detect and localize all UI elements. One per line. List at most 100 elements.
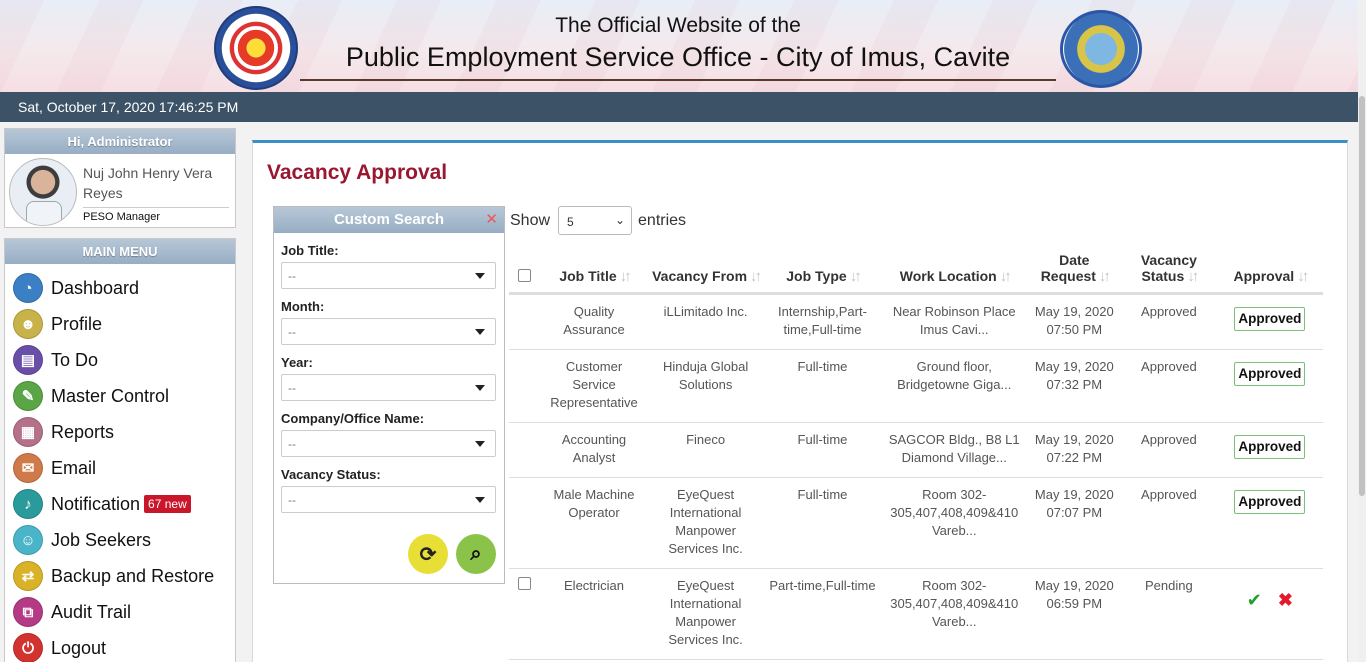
column-header-label: Approval bbox=[1233, 268, 1295, 284]
menu-item-to-do[interactable]: ▤ To Do bbox=[5, 342, 235, 378]
entries-length-control: Show 5 ⌄ entries bbox=[510, 206, 686, 235]
menu-item-profile[interactable]: ☻ Profile bbox=[5, 306, 235, 342]
avatar-figure bbox=[26, 201, 62, 225]
search-select[interactable]: -- bbox=[281, 430, 496, 457]
search-select-value: -- bbox=[288, 493, 296, 507]
cell-from: Fineco bbox=[647, 422, 765, 478]
banner-underline bbox=[300, 79, 1056, 81]
entries-label: entries bbox=[638, 211, 687, 229]
menu-list: ◔ Dashboard ☻ Profile ▤ To Do ✎ Master Control ▦… bbox=[5, 264, 235, 662]
search-select[interactable]: -- bbox=[281, 486, 496, 513]
search-field-label: Company/Office Name: bbox=[281, 411, 425, 426]
table-body: Quality Assurance iLLimitado Inc. Internsh… bbox=[509, 293, 1323, 660]
menu-item-label: Dashboard bbox=[51, 277, 140, 298]
row-checkbox[interactable] bbox=[518, 577, 532, 590]
menu-item-label: Profile bbox=[51, 313, 103, 334]
row-select-cell bbox=[509, 568, 541, 660]
column-header[interactable]: Vacancy From ↓↑ bbox=[647, 248, 765, 295]
caret-down-icon bbox=[475, 329, 485, 335]
site-banner: The Official Website of the Public Emplo… bbox=[0, 0, 1366, 92]
search-select[interactable]: -- bbox=[281, 262, 496, 289]
cell-from: EyeQuest International Manpower Services… bbox=[647, 477, 765, 569]
cell-date: May 19, 2020 07:22 PM bbox=[1027, 422, 1122, 478]
menu-item-audit-trail[interactable]: ⧉ Audit Trail bbox=[5, 594, 235, 630]
cell-title: Quality Assurance bbox=[540, 293, 648, 350]
search-select[interactable]: -- bbox=[281, 374, 496, 401]
peso-seal-icon bbox=[214, 6, 298, 90]
profile-name: Nuj John Henry Vera Reyes bbox=[83, 165, 213, 201]
refresh-icon: ⟳ bbox=[419, 543, 437, 566]
column-header[interactable]: Job Title ↓↑ bbox=[540, 248, 648, 295]
caret-down-icon bbox=[475, 273, 485, 279]
cell-status: Approved bbox=[1121, 477, 1217, 569]
menu-item-label: Reports bbox=[51, 421, 115, 442]
search-select-value: -- bbox=[288, 269, 296, 283]
table-header-row: Job Title ↓↑ Vacancy From ↓↑ Job Type ↓↑ Work … bbox=[509, 248, 1323, 295]
search-select[interactable]: -- bbox=[281, 318, 496, 345]
main-panel: Vacancy Approval Custom Search ✕ Job Tit… bbox=[252, 140, 1348, 662]
page-title: Vacancy Approval bbox=[267, 161, 448, 184]
search-field-label: Vacancy Status: bbox=[281, 467, 381, 482]
row-select-cell bbox=[509, 349, 541, 423]
sort-icon: ↓↑ bbox=[750, 268, 762, 285]
notification-badge: 67 new bbox=[144, 495, 191, 513]
column-header[interactable]: Work Location ↓↑ bbox=[880, 248, 1028, 295]
profile-greeting: Hi, Administrator bbox=[5, 129, 235, 154]
approved-tag: Approved bbox=[1234, 435, 1306, 459]
row-select-cell bbox=[509, 293, 541, 350]
sort-icon: ↓↑ bbox=[619, 268, 632, 285]
imus-city-seal-icon bbox=[1060, 10, 1142, 88]
column-header[interactable]: Vacancy Status ↓↑ bbox=[1121, 248, 1217, 295]
menu-item-master-control[interactable]: ✎ Master Control bbox=[5, 378, 235, 414]
show-label: Show bbox=[510, 211, 551, 229]
scrollbar-thumb[interactable] bbox=[1359, 96, 1365, 496]
select-all-checkbox[interactable] bbox=[518, 269, 532, 282]
search-field-label: Job Title: bbox=[281, 243, 339, 258]
search-field-label: Year: bbox=[281, 355, 313, 370]
search-icon: ⌕ bbox=[470, 542, 482, 565]
sort-icon: ↓↑ bbox=[1098, 268, 1111, 285]
cell-location: Ground floor, Bridgetowne Giga... bbox=[880, 349, 1028, 423]
cell-status: Approved bbox=[1121, 293, 1217, 350]
cell-type: Full-time bbox=[764, 349, 881, 423]
entries-select[interactable]: 5 ⌄ bbox=[558, 206, 633, 235]
close-icon[interactable]: ✕ bbox=[485, 210, 498, 228]
table-row: Quality Assurance iLLimitado Inc. Internsh… bbox=[509, 293, 1323, 350]
avatar[interactable] bbox=[9, 158, 77, 226]
column-header[interactable]: Date Request ↓↑ bbox=[1027, 248, 1122, 295]
menu-item-job-seekers[interactable]: ☺ Job Seekers bbox=[5, 522, 235, 558]
menu-item-label: Audit Trail bbox=[51, 601, 132, 622]
page-scrollbar[interactable] bbox=[1358, 0, 1366, 662]
search-button[interactable]: ⌕ bbox=[456, 534, 496, 574]
column-header-label: Job Title bbox=[559, 268, 617, 284]
menu-item-email[interactable]: ✉ Email bbox=[5, 450, 235, 486]
search-select-value: -- bbox=[288, 325, 296, 339]
menu-item-logout[interactable]: ⏻ Logout bbox=[5, 630, 235, 662]
menu-item-reports[interactable]: ▦ Reports bbox=[5, 414, 235, 450]
cell-title: Accounting Analyst bbox=[540, 422, 648, 478]
custom-search-header: Custom Search ✕ bbox=[274, 207, 504, 233]
sort-icon: ↓↑ bbox=[849, 268, 862, 285]
menu-item-label: Backup and Restore bbox=[51, 565, 215, 586]
menu-item-label: Email bbox=[51, 457, 97, 478]
search-field-label: Month: bbox=[281, 299, 325, 314]
approve-check-icon[interactable]: ✔ bbox=[1247, 590, 1262, 610]
refresh-button[interactable]: ⟳ bbox=[408, 534, 448, 574]
column-header[interactable]: Job Type ↓↑ bbox=[764, 248, 881, 295]
search-fields: Job Title: -- Month: -- Year: -- Company/Offic… bbox=[274, 243, 504, 513]
cell-approval: ✔ ✖ bbox=[1216, 568, 1323, 660]
reject-x-icon[interactable]: ✖ bbox=[1278, 590, 1293, 610]
table-row: Male Machine Operator EyeQuest Internatio… bbox=[509, 477, 1323, 569]
cell-from: Hinduja Global Solutions bbox=[647, 349, 765, 423]
cell-title: Male Machine Operator bbox=[540, 477, 648, 569]
menu-item-notification[interactable]: ♪ Notification 67 new bbox=[5, 486, 235, 522]
menu-item-dashboard[interactable]: ◔ Dashboard bbox=[5, 270, 235, 306]
datetime-bar: Sat, October 17, 2020 17:46:25 PM bbox=[0, 92, 1366, 122]
todo-icon: ▤ bbox=[13, 345, 43, 375]
menu-item-backup-and-restore[interactable]: ⇄ Backup and Restore bbox=[5, 558, 235, 594]
bell-icon: ♪ bbox=[13, 489, 43, 519]
row-select-cell bbox=[509, 422, 541, 478]
column-header-label: Date Request bbox=[1040, 252, 1096, 284]
banner-subtitle: The Official Website of the bbox=[555, 14, 801, 37]
column-header[interactable]: Approval ↓↑ bbox=[1216, 248, 1323, 295]
